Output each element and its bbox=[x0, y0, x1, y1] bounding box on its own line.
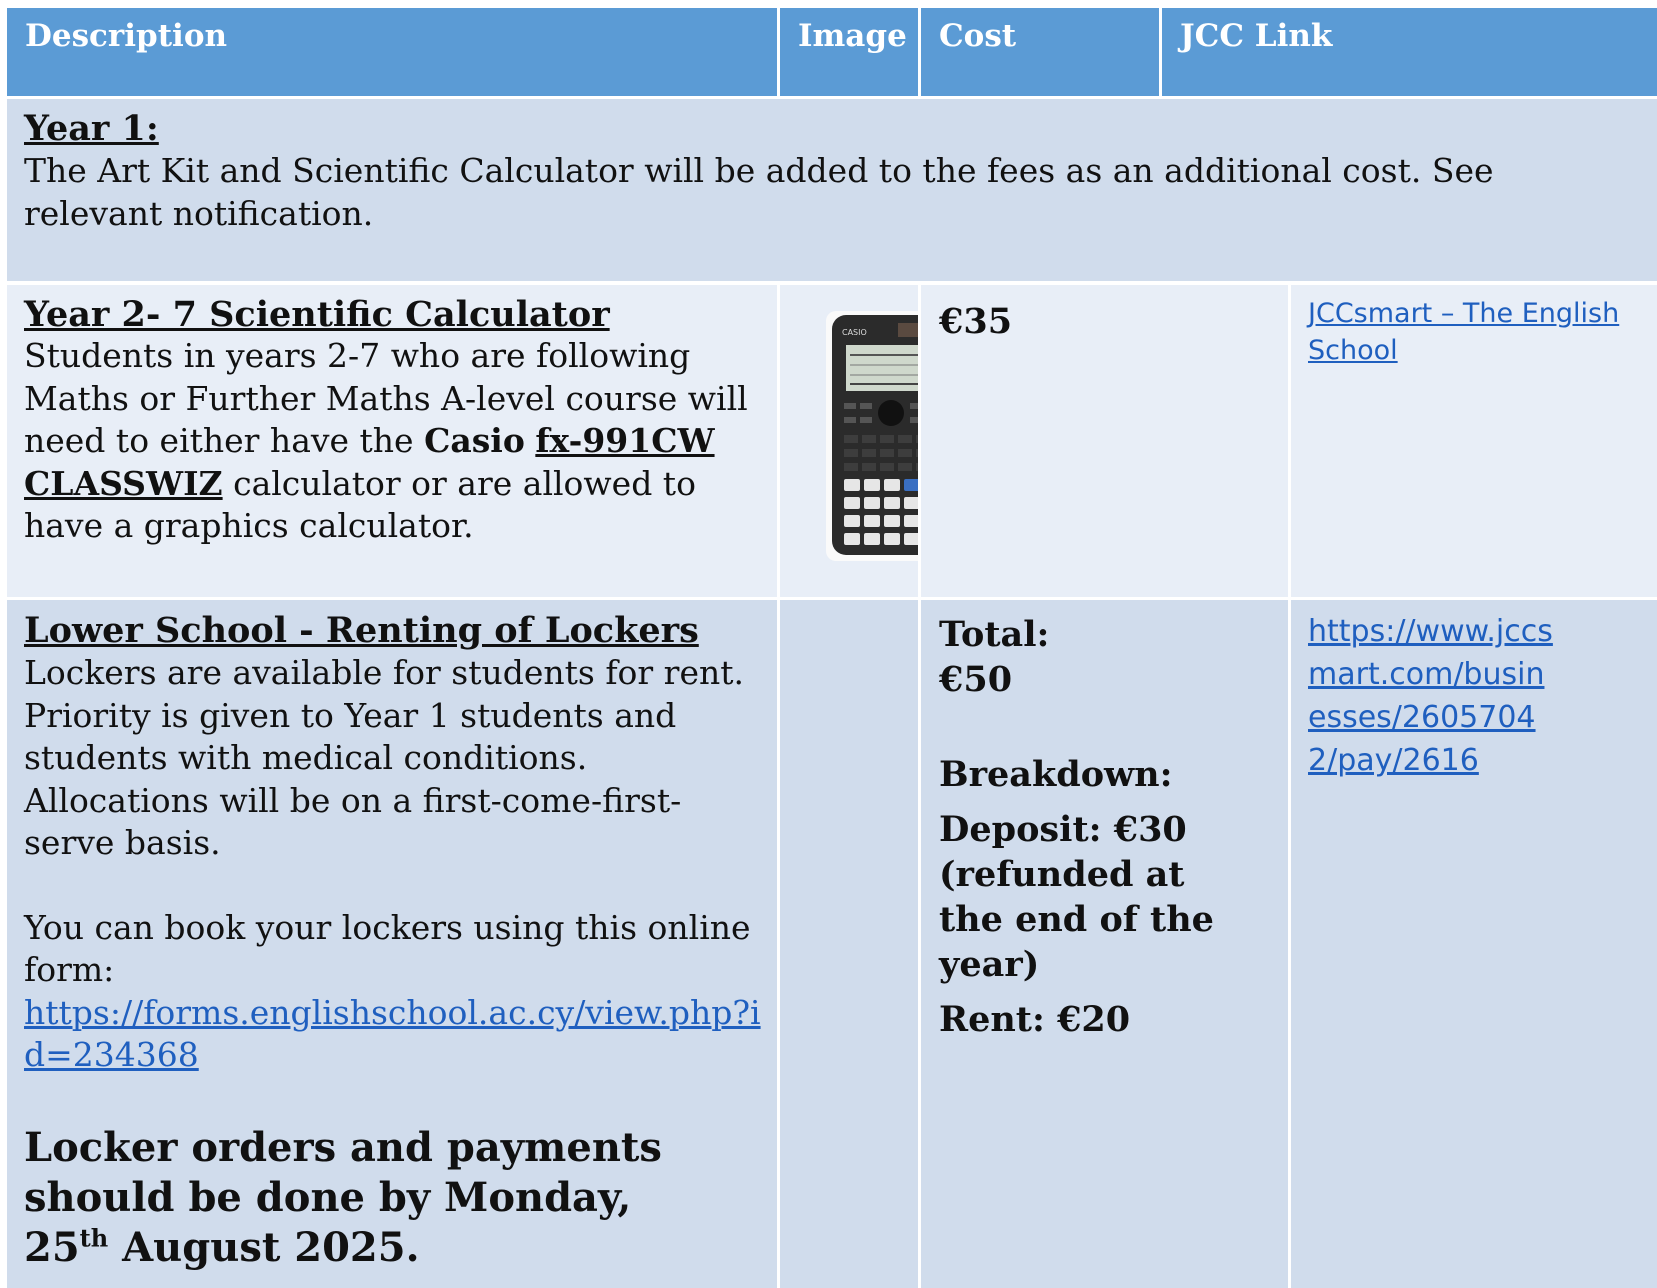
year1-title: Year 1: bbox=[24, 108, 159, 149]
year1-text: The Art Kit and Scientific Calculator wi… bbox=[24, 151, 1494, 233]
year1-row: Year 1: The Art Kit and Scientific Calcu… bbox=[7, 99, 1657, 281]
lockers-description-cell: Lower School - Renting of Lockers Locker… bbox=[7, 600, 777, 1288]
lockers-text: Lockers are available for students for r… bbox=[24, 653, 744, 862]
lockers-book-text: You can book your lockers using this onl… bbox=[24, 907, 751, 990]
calculator-brand-label: CASIO bbox=[842, 328, 867, 337]
lockers-form-link[interactable]: https://forms.englishschool.ac.cy/view.p… bbox=[24, 992, 767, 1077]
header-jcc-link: JCC Link bbox=[1162, 8, 1657, 96]
calculator-cost: €35 bbox=[939, 301, 1013, 342]
calculator-image: CASIO bbox=[826, 311, 958, 561]
lockers-total-label: Total: bbox=[939, 614, 1050, 655]
calculator-description-cell: Year 2- 7 Scientific Calculator Students… bbox=[7, 285, 777, 597]
lockers-title: Lower School - Renting of Lockers bbox=[24, 610, 699, 651]
lockers-rent: Rent: €20 bbox=[939, 999, 1131, 1040]
lockers-deposit: Deposit: €30 (refunded at the end of the… bbox=[939, 809, 1214, 985]
calculator-image-cell: CASIO bbox=[780, 285, 958, 597]
calculator-link-cell: JCCsmart – The English School bbox=[1291, 285, 1657, 597]
calculator-cost-cell: €35 bbox=[921, 285, 1288, 597]
lockers-jcc-link[interactable]: https://www.jccsmart.com/businesses/2605… bbox=[1308, 610, 1558, 782]
lockers-total-value: €50 bbox=[939, 659, 1013, 700]
lockers-breakdown-label: Breakdown: bbox=[939, 754, 1173, 795]
header-cost: Cost bbox=[921, 8, 1159, 96]
lockers-link-cell: https://www.jccsmart.com/businesses/2605… bbox=[1291, 600, 1657, 1288]
header-image: Image bbox=[780, 8, 918, 96]
lockers-image-cell bbox=[780, 600, 918, 1288]
calculator-jcc-link[interactable]: JCCsmart – The English School bbox=[1308, 298, 1619, 366]
lockers-deadline: Locker orders and payments should be don… bbox=[24, 1123, 662, 1271]
school-items-table: Description Image Cost JCC Link Year 1: … bbox=[7, 8, 1657, 1288]
header-description: Description bbox=[7, 8, 777, 96]
calculator-title: Year 2- 7 Scientific Calculator bbox=[24, 294, 610, 335]
lockers-cost-cell: Total: €50 Breakdown: Deposit: €30 (refu… bbox=[921, 600, 1288, 1288]
calculator-text: Students in years 2-7 who are following … bbox=[24, 336, 748, 545]
